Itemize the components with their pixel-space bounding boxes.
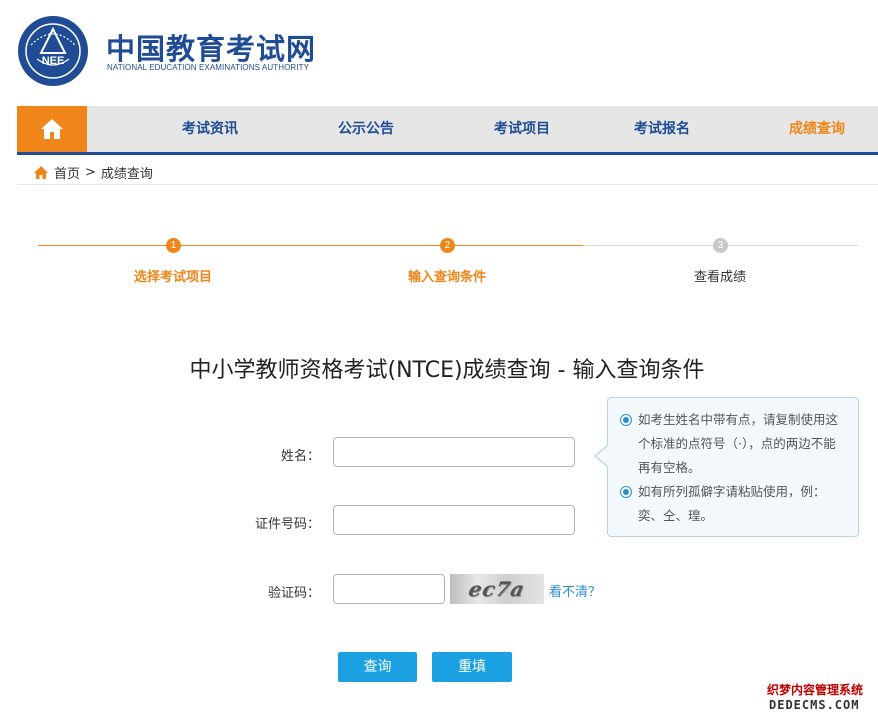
nav-item-announcements[interactable]: 公示公告 bbox=[338, 106, 394, 152]
nav-divider bbox=[17, 152, 878, 155]
breadcrumb-separator: > bbox=[85, 164, 96, 180]
name-label: 姓名： bbox=[280, 449, 320, 464]
submit-button[interactable]: 查询 bbox=[338, 652, 417, 682]
home-icon bbox=[34, 165, 48, 179]
nav-item-news[interactable]: 考试资讯 bbox=[182, 106, 238, 152]
tip-arrow-inner bbox=[596, 445, 609, 467]
step-progress-line-done bbox=[38, 245, 583, 246]
tip-text-dot-symbol: 如考生姓名中带有点，请复制使用这个标准的点符号（·），点的两边不能再有空格。 bbox=[638, 412, 839, 475]
page-title: 中小学教师资格考试(NTCE)成绩查询 - 输入查询条件 bbox=[189, 358, 705, 383]
id-number-input[interactable] bbox=[333, 505, 575, 535]
bullet-radio-icon bbox=[620, 414, 632, 426]
tip-item: 如有所列孤僻字请粘贴使用，例：奕、仝、瑝。 bbox=[620, 480, 848, 528]
nav-item-score-query[interactable]: 成绩查询 bbox=[789, 106, 845, 152]
step-3-label: 查看成绩 bbox=[693, 270, 746, 285]
breadcrumb: 首页 > 成绩查询 bbox=[33, 162, 153, 182]
captcha-image[interactable]: ec7a bbox=[450, 574, 544, 604]
watermark-en: DEDECMS.COM bbox=[769, 698, 860, 712]
reset-button[interactable]: 重填 bbox=[432, 652, 512, 682]
captcha-input[interactable] bbox=[333, 574, 445, 604]
breadcrumb-current: 成绩查询 bbox=[100, 166, 153, 182]
captcha-image-text: ec7a bbox=[466, 577, 528, 601]
site-name-cn: 中国教育考试网 bbox=[106, 32, 317, 66]
nav-home-button[interactable] bbox=[17, 106, 87, 152]
nav-item-exams[interactable]: 考试项目 bbox=[494, 106, 550, 152]
captcha-label: 验证码： bbox=[267, 586, 320, 601]
tip-text-rare-chars: 如有所列孤僻字请粘贴使用，例：奕、仝、瑝。 bbox=[638, 484, 826, 523]
home-icon bbox=[41, 119, 63, 139]
logo-badge-text: NEE bbox=[42, 55, 65, 67]
breadcrumb-home-link[interactable]: 首页 bbox=[54, 163, 80, 182]
bullet-radio-icon bbox=[620, 486, 632, 498]
tip-item: 如考生姓名中带有点，请复制使用这个标准的点符号（·），点的两边不能再有空格。 bbox=[620, 408, 848, 480]
id-number-label: 证件号码： bbox=[254, 517, 320, 532]
nav-item-registration[interactable]: 考试报名 bbox=[634, 106, 690, 152]
step-1-label: 选择考试项目 bbox=[133, 270, 212, 285]
site-header: NEE 中国教育考试网 NATIONAL EDUCATION EXAMINATI… bbox=[0, 0, 878, 105]
step-1-dot: 1 bbox=[166, 238, 181, 253]
step-3-dot: 3 bbox=[713, 238, 728, 253]
step-2-dot: 2 bbox=[440, 238, 455, 253]
watermark-cn: 织梦内容管理系统 bbox=[767, 683, 864, 697]
site-name-en: NATIONAL EDUCATION EXAMINATIONS AUTHORIT… bbox=[107, 63, 310, 72]
watermark: 织梦内容管理系统 DEDECMS.COM bbox=[767, 681, 878, 717]
name-input[interactable] bbox=[333, 437, 575, 467]
main-nav: 考试资讯 公示公告 考试项目 考试报名 成绩查询 bbox=[17, 106, 878, 154]
tip-box: 如考生姓名中带有点，请复制使用这个标准的点符号（·），点的两边不能再有空格。 如… bbox=[607, 397, 859, 537]
captcha-refresh-link[interactable]: 看不清？ bbox=[549, 581, 601, 600]
step-2-label: 输入查询条件 bbox=[407, 270, 486, 285]
breadcrumb-divider bbox=[17, 184, 878, 185]
logo-emblem-icon[interactable]: NEE bbox=[17, 15, 89, 87]
